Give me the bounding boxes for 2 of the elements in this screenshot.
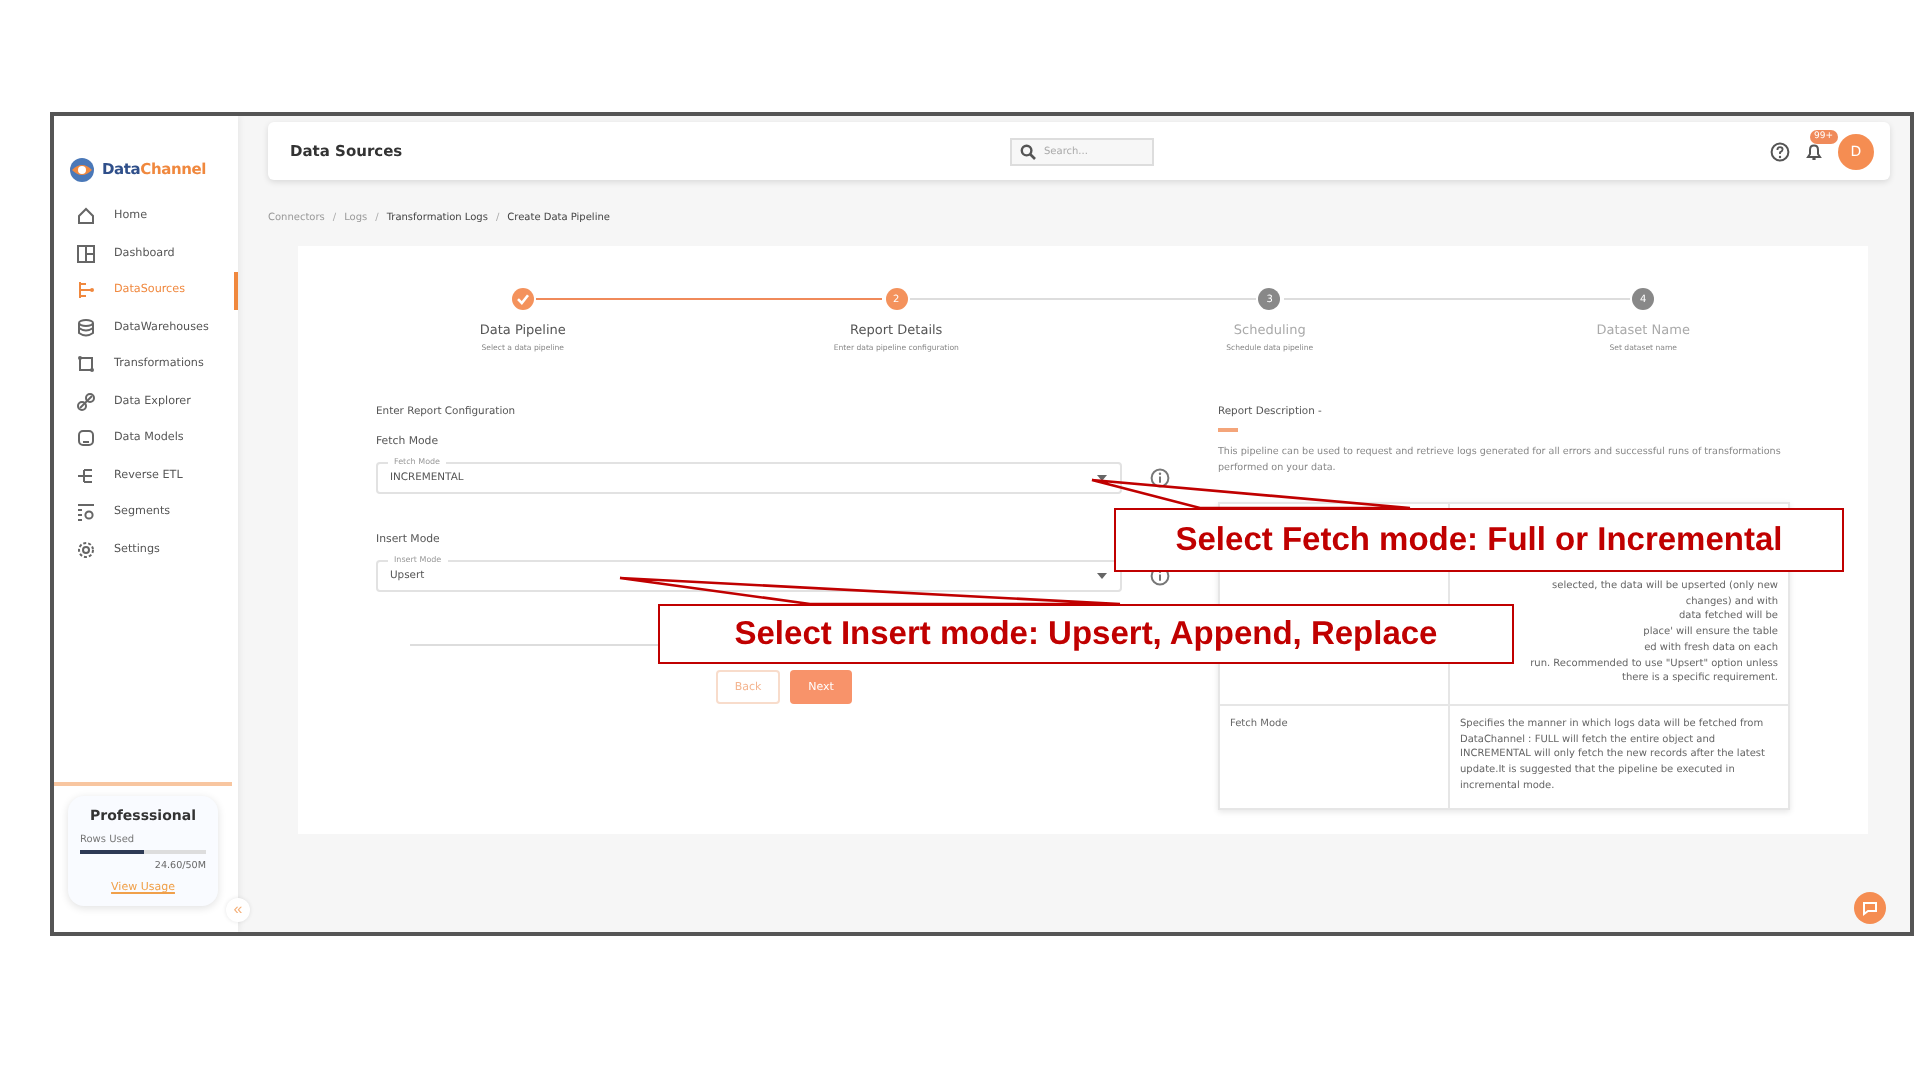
callout-label: Select Fetch mode: Full or Incremental bbox=[1114, 508, 1844, 572]
callout-label: Select Insert mode: Upsert, Append, Replace bbox=[658, 604, 1514, 664]
